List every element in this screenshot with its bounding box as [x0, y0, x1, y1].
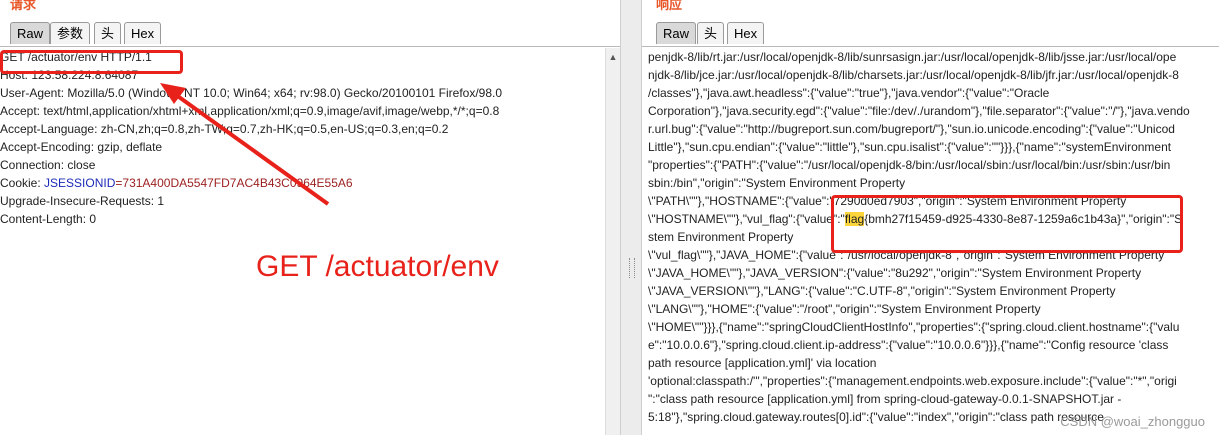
response-tab-raw[interactable]: Raw — [656, 22, 697, 44]
request-line: Accept-Encoding: gzip, deflate — [0, 140, 163, 154]
response-tab-headers[interactable]: 头 — [697, 22, 725, 44]
cookie-name: JSESSIONID — [44, 176, 116, 190]
request-line-highlight-box — [0, 50, 183, 74]
response-line: Little"},"sun.cpu.endian":{"value":"litt… — [648, 140, 1172, 154]
request-tab-raw[interactable]: Raw — [10, 22, 51, 44]
response-line: /classes"},"java.awt.headless":{"value":… — [648, 86, 1050, 100]
response-line: \"LANG\""},"HOME":{"value":"/root","orig… — [648, 302, 1041, 316]
request-line: Connection: close — [0, 158, 96, 172]
request-tab-headers[interactable]: 头 — [94, 22, 122, 44]
response-line: path resource [application.yml]' via loc… — [648, 356, 877, 370]
request-line: Upgrade-Insecure-Requests: 1 — [0, 194, 165, 208]
request-line: Content-Length: 0 — [0, 212, 97, 226]
flag-line-prefix: \"HOSTNAME\""},"vul_flag":{"value":" — [648, 212, 845, 226]
response-line: e":"10.0.0.6"},"spring.cloud.client.ip-a… — [648, 338, 1169, 352]
response-tab-bar: Raw 头 Hex — [642, 22, 1219, 47]
request-tab-bar: Raw 参数 头 Hex — [0, 22, 620, 47]
scroll-up-icon[interactable]: ▲ — [606, 50, 620, 64]
response-tab-hex[interactable]: Hex — [727, 22, 765, 44]
watermark: CSDN @woai_zhongguo — [1060, 414, 1205, 429]
request-tab-hex[interactable]: Hex — [124, 22, 162, 44]
flag-highlight-box — [831, 195, 1183, 253]
response-line: njdk-8/lib/jce.jar:/usr/local/openjdk-8/… — [648, 68, 1179, 82]
request-raw-text[interactable]: GET /actuator/env HTTP/1.1 Host: 123.58.… — [0, 48, 606, 435]
request-tab-params[interactable]: 参数 — [50, 22, 91, 44]
response-line: sbin:/bin","origin":"System Environment … — [648, 176, 906, 190]
response-line: "properties":{"PATH":{"value":"/usr/loca… — [648, 158, 1171, 172]
request-panel-title: 请求 — [10, 0, 37, 12]
response-line: r.url.bug":{"value":"http://bugreport.su… — [648, 122, 1175, 136]
response-line: \"JAVA_VERSION\""},"LANG":{"value":"C.UT… — [648, 284, 1116, 298]
response-line: ":"class path resource [application.yml]… — [648, 392, 1122, 406]
response-line: \"HOME\""}}},{"name":"springCloudClientH… — [648, 320, 1180, 334]
splitter-grip-icon[interactable] — [629, 258, 635, 278]
panel-splitter[interactable] — [620, 0, 642, 435]
request-line: Accept: text/html,application/xhtml+xml,… — [0, 104, 500, 118]
request-line: User-Agent: Mozilla/5.0 (Windows NT 10.0… — [0, 86, 503, 100]
cookie-prefix: Cookie: — [0, 176, 45, 190]
response-line: \"JAVA_HOME\""},"JAVA_VERSION":{"value":… — [648, 266, 1142, 280]
response-panel-title: 响应 — [656, 0, 683, 12]
cookie-line: Cookie: JSESSIONID=731A400DA5547FD7AC4B4… — [0, 174, 606, 192]
response-line: Corporation"},"java.security.egd":{"valu… — [648, 104, 1190, 118]
request-scrollbar[interactable]: ▲ — [605, 48, 620, 435]
cookie-value: =731A400DA5547FD7AC4B43C0964E55A6 — [115, 176, 353, 190]
annotation-label: GET /actuator/env — [256, 250, 499, 283]
request-line: Accept-Language: zh-CN,zh;q=0.8,zh-TW;q=… — [0, 122, 449, 136]
response-line: 'optional:classpath:/'","properties":{"m… — [648, 374, 1177, 388]
response-line: penjdk-8/lib/rt.jar:/usr/local/openjdk-8… — [648, 50, 1177, 64]
